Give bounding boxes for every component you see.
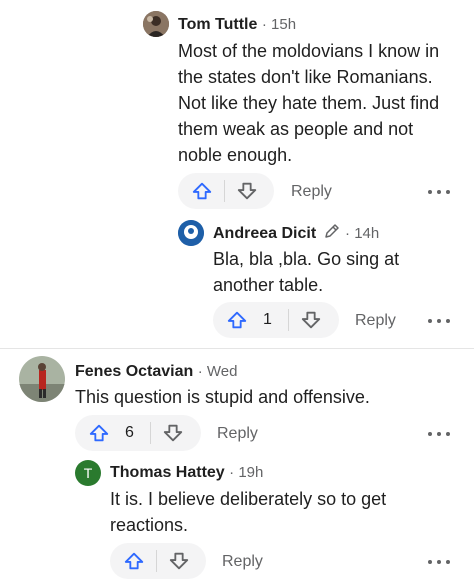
pencil-icon <box>323 224 341 245</box>
more-options-icon[interactable] <box>428 558 450 566</box>
vote-divider <box>149 422 151 444</box>
comment-time: · 19h <box>229 464 264 481</box>
vote-divider <box>224 180 225 202</box>
divider <box>0 348 474 349</box>
upvote-icon[interactable] <box>81 415 117 451</box>
upvote-count: 1 <box>263 311 272 328</box>
comment-time: · 15h <box>261 16 297 33</box>
reply-button[interactable]: Reply <box>222 553 263 571</box>
upvote-icon[interactable] <box>116 543 152 579</box>
comment-time: · 14h <box>345 225 380 242</box>
vote-group: 6 <box>75 415 201 451</box>
more-options-icon[interactable] <box>428 317 450 325</box>
downvote-icon[interactable] <box>155 415 191 451</box>
comment-line: them weak as people and not <box>178 119 414 139</box>
avatar[interactable] <box>143 11 169 37</box>
comment-body: Bla, bla ,bla. Go sing at another table. <box>213 246 468 298</box>
downvote-icon[interactable] <box>229 173 265 209</box>
comment-body: Most of the moldovians I know in the sta… <box>178 38 468 168</box>
comment-author[interactable]: Fenes Octavian · Wed <box>75 363 237 381</box>
downvote-icon[interactable] <box>293 302 329 338</box>
reply-button[interactable]: Reply <box>217 425 258 443</box>
upvote-icon[interactable] <box>219 302 255 338</box>
vote-divider <box>287 309 289 331</box>
comment-line: Bla, bla ,bla. Go sing at <box>213 249 400 269</box>
comment-line: another table. <box>213 275 324 295</box>
comment-body: It is. I believe deliberately so to get … <box>110 486 470 538</box>
vote-divider <box>156 550 157 572</box>
avatar[interactable]: T <box>75 460 101 486</box>
vote-group <box>178 173 274 209</box>
upvote-icon[interactable] <box>184 173 220 209</box>
comment-line: reactions. <box>110 515 189 535</box>
avatar[interactable] <box>19 356 65 402</box>
comment-body: This question is stupid and offensive. <box>75 384 470 410</box>
comment-line: This question is stupid and offensive. <box>75 387 370 407</box>
comment-time: · Wed <box>197 363 238 380</box>
comment-author[interactable]: Tom Tuttle · 15h <box>178 16 296 34</box>
comment-line: It is. I believe deliberately so to get <box>110 489 387 509</box>
downvote-icon[interactable] <box>161 543 197 579</box>
reply-button[interactable]: Reply <box>355 312 396 330</box>
vote-group <box>110 543 206 579</box>
comment-line: the states don't like Romanians. <box>178 67 433 87</box>
comment-line: noble enough. <box>178 145 293 165</box>
avatar-letter: T <box>83 465 93 481</box>
comment-line: Most of the moldovians I know in <box>178 41 440 61</box>
comment-line: Not like they hate them. Just find <box>178 93 440 113</box>
vote-group: 1 <box>213 302 339 338</box>
comment-author[interactable]: Andreea Dicit · 14h <box>213 224 379 245</box>
avatar[interactable] <box>178 220 204 246</box>
comment-author[interactable]: Thomas Hattey · 19h <box>110 464 263 482</box>
reply-button[interactable]: Reply <box>291 183 332 201</box>
more-options-icon[interactable] <box>428 188 450 196</box>
upvote-count: 6 <box>125 424 134 441</box>
more-options-icon[interactable] <box>428 430 450 438</box>
